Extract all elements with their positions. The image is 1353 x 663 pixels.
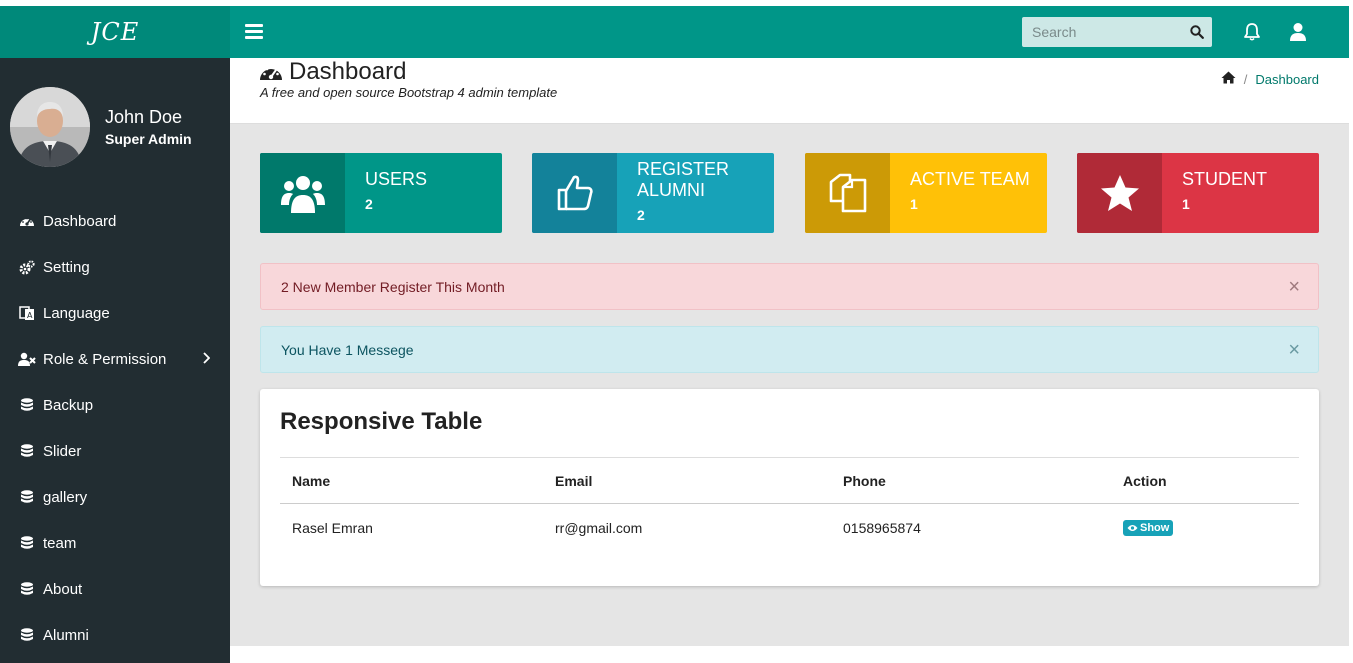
database-icon [18,489,36,505]
search-input[interactable] [1022,17,1172,47]
table-row: Rasel Emran rr@gmail.com 0158965874 Show [280,504,1299,552]
stat-card-value: 1 [910,196,918,212]
sidebar-item-language[interactable]: A Language [0,290,230,336]
sidebar-item-label: About [43,580,83,598]
breadcrumb-item-dashboard[interactable]: Dashboard [1255,72,1319,87]
stat-card-label: STUDENT [1182,169,1267,189]
sidebar-item-slider[interactable]: Slider [0,428,230,474]
breadcrumb: / Dashboard [1221,71,1319,87]
language-icon: A [18,305,36,321]
database-icon [18,535,36,551]
dashboard-icon [260,65,282,80]
logo-text: JCE [90,18,140,46]
sidebar-item-label: Slider [43,442,82,460]
column-header-name: Name [280,457,543,504]
stat-card-label: USERS [365,169,428,189]
page-subtitle: A free and open source Bootstrap 4 admin… [260,85,558,100]
database-icon [18,581,36,597]
sidebar-item-label: Alumni [43,626,89,644]
page-title-text: Dashboard [289,58,407,85]
user-name: John Doe [105,107,183,127]
stat-card-label: ACTIVE TEAM [910,169,1030,189]
alert-text: You Have 1 Messege [281,341,414,358]
bell-icon[interactable] [1242,22,1262,47]
sidebar-item-gallery[interactable]: gallery [0,474,230,520]
stat-card-value: 2 [365,196,373,212]
stat-card-users[interactable]: USERS 2 [260,153,502,233]
stat-card-value: 1 [1182,196,1190,212]
table-header-row: Name Email Phone Action [280,457,1299,504]
database-icon [18,443,36,459]
column-header-phone: Phone [831,457,1111,504]
sidebar-item-label: Dashboard [43,212,117,230]
thumbs-up-icon [532,153,617,233]
search-box [1022,17,1212,47]
sidebar-item-about[interactable]: About [0,566,230,612]
svg-text:A: A [27,311,33,320]
user-times-icon [18,351,36,367]
data-table: Name Email Phone Action Rasel Emran rr@g… [280,457,1299,551]
files-icon [805,153,890,233]
sidebar-menu: Dashboard Setting A Language Role & Perm… [0,198,230,658]
sidebar-item-alumni[interactable]: Alumni [0,612,230,658]
alert-messages: You Have 1 Messege × [260,326,1319,373]
user-profile-icon[interactable] [1289,22,1307,47]
column-header-email: Email [543,457,831,504]
sidebar-item-backup[interactable]: Backup [0,382,230,428]
page-title: Dashboard [259,58,406,86]
alert-text: 2 New Member Register This Month [281,278,505,295]
show-button-label: Show [1140,522,1170,534]
main-content: USERS 2 REGISTER ALUMNI 2 ACTIVE TEAM 1 [230,124,1349,646]
cell-phone: 0158965874 [843,519,921,536]
cogs-icon [18,259,36,275]
sidebar-item-dashboard[interactable]: Dashboard [0,198,230,244]
sidebar-item-label: Setting [43,258,90,276]
stat-card-active-team[interactable]: ACTIVE TEAM 1 [805,153,1047,233]
breadcrumb-separator: / [1243,71,1248,87]
stat-card-label: REGISTER ALUMNI [637,159,730,200]
dashboard-icon [18,213,36,229]
sidebar-item-label: team [43,534,77,552]
stat-card-value: 2 [637,207,645,223]
close-icon[interactable]: × [1288,339,1300,362]
page-header: Dashboard A free and open source Bootstr… [230,58,1349,124]
database-icon [18,397,36,413]
user-role: Super Admin [105,131,192,147]
table-title: Responsive Table [280,408,483,435]
sidebar-item-label: Role & Permission [43,350,167,368]
sidebar-item-label: Language [43,304,110,322]
column-header-action: Action [1111,457,1299,504]
sidebar-item-team[interactable]: team [0,520,230,566]
chevron-right-icon [202,351,211,369]
cell-action: Show [1111,504,1299,552]
sidebar-item-role-permission[interactable]: Role & Permission [0,336,230,382]
alert-new-members: 2 New Member Register This Month × [260,263,1319,310]
eye-icon [1127,525,1138,531]
app-logo[interactable]: JCE [0,6,230,58]
home-icon[interactable] [1221,71,1236,87]
cell-name: Rasel Emran [292,519,373,536]
sidebar-toggle-icon[interactable] [245,24,263,39]
sidebar: John Doe Super Admin Dashboard Setting A… [0,58,230,663]
database-icon [18,627,36,643]
top-navbar [230,6,1349,58]
users-icon [260,153,345,233]
stat-card-register-alumni[interactable]: REGISTER ALUMNI 2 [532,153,774,233]
star-icon [1077,153,1162,233]
show-button[interactable]: Show [1123,520,1174,536]
close-icon[interactable]: × [1288,276,1300,299]
stat-card-student[interactable]: STUDENT 1 [1077,153,1319,233]
sidebar-item-label: gallery [43,488,88,506]
sidebar-item-setting[interactable]: Setting [0,244,230,290]
sidebar-item-label: Backup [43,396,94,414]
search-icon[interactable] [1190,25,1204,44]
user-avatar[interactable] [10,87,90,167]
table-panel: Responsive Table Name Email Phone Action… [260,389,1319,586]
cell-email: rr@gmail.com [555,519,643,536]
